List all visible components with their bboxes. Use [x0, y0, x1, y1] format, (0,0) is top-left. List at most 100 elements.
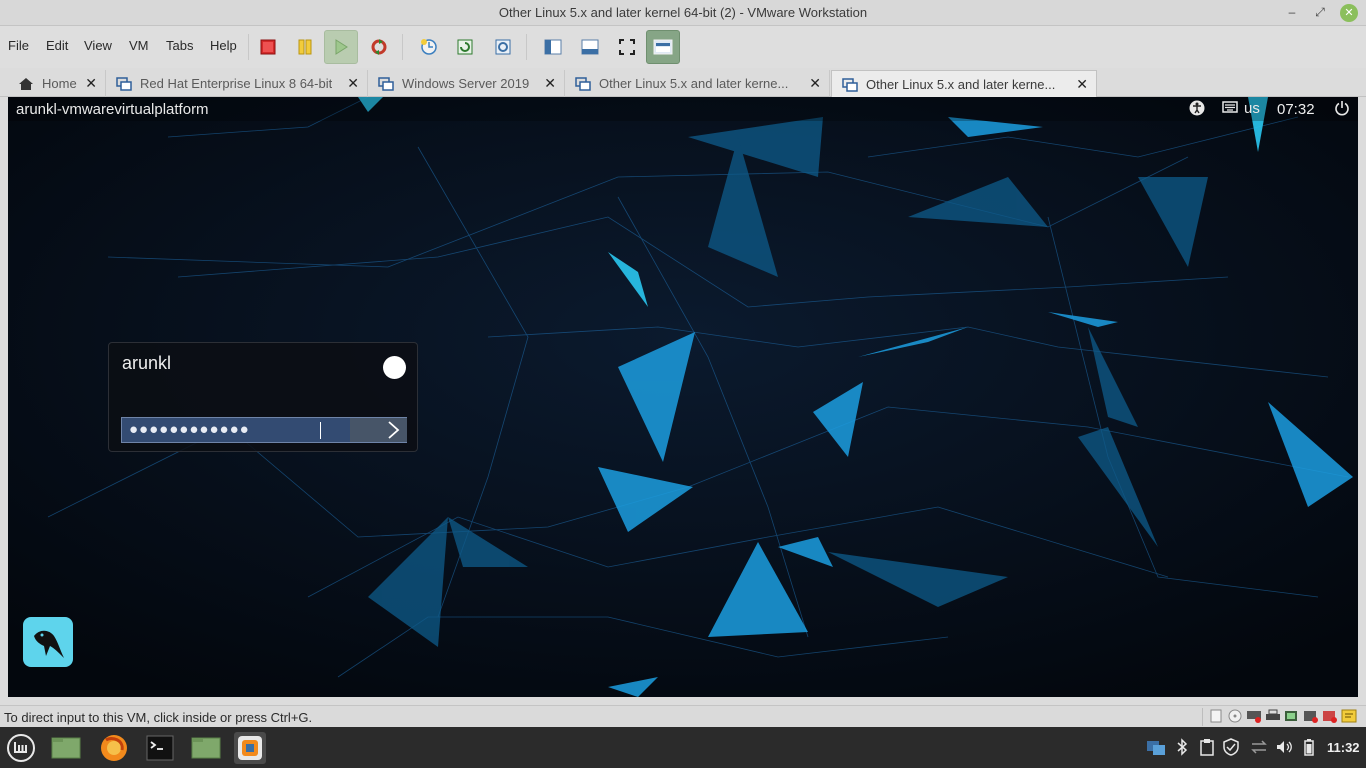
fullscreen-button[interactable]: [610, 30, 644, 64]
accessibility-icon[interactable]: [1189, 100, 1205, 119]
snapshot-manager-button[interactable]: [486, 30, 520, 64]
toolbar-separator: [526, 34, 527, 60]
hdd-icon[interactable]: [1207, 708, 1224, 724]
minimize-button[interactable]: –: [1282, 3, 1302, 23]
fullscreen-icon: [619, 39, 635, 55]
menu-view[interactable]: View: [84, 38, 112, 53]
tab-rhel8[interactable]: Red Hat Enterprise Linux 8 64-bit ✕: [106, 70, 368, 97]
toolbar: File Edit View VM Tabs Help: [0, 26, 1366, 68]
title-bar: Other Linux 5.x and later kernel 64-bit …: [0, 0, 1366, 26]
terminal-icon: [146, 735, 174, 761]
terminal-launcher[interactable]: [144, 732, 176, 764]
chevron-right-icon: [388, 421, 400, 439]
close-button[interactable]: ✕: [1340, 4, 1358, 22]
clipboard-icon[interactable]: [1199, 738, 1215, 759]
text-caret: [320, 422, 321, 439]
status-bar: To direct input to this VM, click inside…: [0, 705, 1366, 727]
usb-icon[interactable]: [1283, 708, 1300, 724]
vmware-icon: [238, 736, 262, 760]
guest-top-panel: arunkl-vmwarevirtualplatform us 07:32: [8, 97, 1358, 121]
menu-file[interactable]: File: [8, 38, 29, 53]
printer-icon[interactable]: [1264, 708, 1281, 724]
vm-icon: [378, 76, 394, 91]
shield-icon[interactable]: [1223, 738, 1239, 759]
take-snapshot-button[interactable]: [412, 30, 446, 64]
session-selector[interactable]: [383, 356, 406, 379]
keyboard-icon[interactable]: [1222, 100, 1238, 117]
sound-icon[interactable]: [1302, 708, 1319, 724]
tab-label: Home: [42, 76, 77, 91]
mint-menu-icon: [7, 734, 35, 762]
manage-snapshots-icon: [495, 39, 511, 55]
power-on-icon: [335, 39, 348, 55]
home-folder-icon: [191, 737, 221, 759]
firefox-icon: [101, 735, 127, 761]
cd-icon[interactable]: [1226, 708, 1243, 724]
host-clock[interactable]: 11:32: [1327, 740, 1360, 755]
maximize-button[interactable]: ⤢: [1310, 3, 1330, 23]
files-launcher[interactable]: [50, 732, 82, 764]
library-icon: [544, 39, 562, 55]
tab-close-button[interactable]: ✕: [1076, 76, 1088, 93]
tab-home[interactable]: Home ✕: [8, 70, 106, 97]
toolbar-separator: [402, 34, 403, 60]
parrot-logo: [23, 617, 73, 667]
vm-icon: [842, 77, 858, 92]
unity-icon: [653, 39, 673, 55]
power-off-button[interactable]: [251, 30, 285, 64]
vmware-launcher[interactable]: [234, 732, 266, 764]
network-tray-icon[interactable]: [1146, 738, 1166, 759]
guest-hostname: arunkl-vmwarevirtualplatform: [16, 101, 209, 118]
suspend-icon: [298, 39, 312, 55]
tab-close-button[interactable]: ✕: [809, 75, 821, 92]
display-icon[interactable]: [1321, 708, 1338, 724]
vm-icon: [116, 76, 132, 91]
tab-label: Windows Server 2019: [402, 76, 530, 91]
power-on-button[interactable]: [324, 30, 358, 64]
tab-windows-server[interactable]: Windows Server 2019 ✕: [368, 70, 565, 97]
suspend-button[interactable]: [288, 30, 322, 64]
window-title: Other Linux 5.x and later kernel 64-bit …: [498, 5, 868, 20]
menu-help[interactable]: Help: [210, 38, 237, 53]
tab-other-linux-active[interactable]: Other Linux 5.x and later kerne... ✕: [831, 70, 1097, 98]
tab-label: Red Hat Enterprise Linux 8 64-bit: [140, 76, 333, 91]
message-icon[interactable]: [1340, 708, 1357, 724]
home-folder-launcher[interactable]: [190, 732, 222, 764]
device-icons: [1202, 708, 1357, 726]
console-view-button[interactable]: [573, 30, 607, 64]
status-message: To direct input to this VM, click inside…: [4, 710, 313, 725]
vm-display[interactable]: arunkl-vmwarevirtualplatform us 07:32 ar…: [8, 97, 1358, 697]
menu-tabs[interactable]: Tabs: [166, 38, 193, 53]
mint-menu-button[interactable]: [5, 732, 37, 764]
login-submit-button[interactable]: [350, 418, 407, 442]
firefox-launcher[interactable]: [98, 732, 130, 764]
tab-close-button[interactable]: ✕: [347, 75, 359, 92]
network-icon[interactable]: [1245, 708, 1262, 724]
unity-button[interactable]: [646, 30, 680, 64]
home-icon: [19, 77, 33, 90]
menu-edit[interactable]: Edit: [46, 38, 68, 53]
arrows-icon[interactable]: [1250, 738, 1268, 759]
power-off-icon: [260, 39, 276, 55]
menu-vm[interactable]: VM: [129, 38, 149, 53]
tab-close-button[interactable]: ✕: [85, 75, 97, 92]
host-taskbar: 11:32: [0, 727, 1366, 768]
guest-clock: 07:32: [1277, 101, 1315, 118]
tab-close-button[interactable]: ✕: [544, 75, 556, 92]
bluetooth-icon[interactable]: [1176, 738, 1188, 759]
keyboard-layout[interactable]: us: [1244, 100, 1260, 117]
toolbar-separator: [248, 34, 249, 60]
snapshot-manager-icon: [457, 39, 473, 55]
reset-button[interactable]: [362, 30, 396, 64]
library-button[interactable]: [536, 30, 570, 64]
tab-label: Other Linux 5.x and later kerne...: [599, 76, 789, 91]
revert-button[interactable]: [448, 30, 482, 64]
login-username[interactable]: arunkl: [122, 353, 171, 374]
power-icon[interactable]: [1334, 100, 1350, 119]
battery-icon[interactable]: [1303, 738, 1315, 759]
tab-other-linux[interactable]: Other Linux 5.x and later kerne... ✕: [565, 70, 830, 97]
snapshot-icon: [421, 39, 437, 55]
password-field[interactable]: ●●●●●●●●●●●●: [121, 417, 407, 443]
volume-icon[interactable]: [1275, 738, 1293, 759]
tab-label: Other Linux 5.x and later kerne...: [866, 77, 1056, 92]
